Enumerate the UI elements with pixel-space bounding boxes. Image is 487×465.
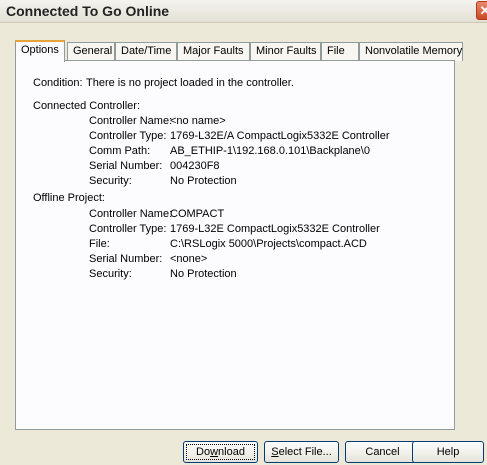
tab-general[interactable]: General [67,42,115,61]
download-button[interactable]: Download [183,441,258,463]
connected-comm-path-label: Comm Path: [89,145,151,157]
select-file-label-mnemonic: S [271,446,279,458]
offline-name-label: Controller Name: [89,208,173,220]
offline-type-label: Controller Type: [89,223,167,235]
close-icon[interactable]: ✕ [476,1,487,20]
help-button[interactable]: Help [412,441,484,463]
tab-file[interactable]: File [321,42,359,61]
connected-type-label: Controller Type: [89,130,167,142]
title-bar: Connected To Go Online ✕ [0,0,487,23]
offline-file-value: C:\RSLogix 5000\Projects\compact.ACD [170,238,367,250]
offline-security-label: Security: [89,268,132,280]
offline-name-value: COMPACT [170,208,225,220]
offline-file-label: File: [89,238,110,250]
connected-name-label: Controller Name: [89,115,173,127]
download-label-pre: Do [196,446,211,458]
download-label-mnemonic: w [210,446,219,458]
tab-strip: Options General Date/Time Major Faults M… [15,40,463,62]
download-label-post: nload [218,446,245,458]
connected-name-value: <no name> [170,115,226,127]
offline-security-value: No Protection [170,268,237,280]
select-file-button[interactable]: Select File... [264,441,339,463]
select-file-label-post: elect File... [278,446,332,458]
offline-project-heading: Offline Project: [33,192,105,204]
go-online-dialog: Connected To Go Online ✕ Options General… [0,0,487,465]
connected-serial-label: Serial Number: [89,160,163,172]
connected-security-label: Security: [89,175,132,187]
cancel-button[interactable]: Cancel [345,441,420,463]
tab-options[interactable]: Options [15,40,65,62]
window-title: Connected To Go Online [6,3,170,19]
condition-label: Condition: [33,77,83,89]
tab-major-faults[interactable]: Major Faults [177,42,250,61]
condition-value: There is no project loaded in the contro… [86,77,294,89]
connected-security-value: No Protection [170,175,237,187]
offline-type-value: 1769-L32E CompactLogix5332E Controller [170,223,380,235]
connected-type-value: 1769-L32E/A CompactLogix5332E Controller [170,130,390,142]
connected-serial-value: 004230F8 [170,160,220,172]
offline-serial-label: Serial Number: [89,253,163,265]
tab-date-time[interactable]: Date/Time [115,42,177,61]
tab-minor-faults[interactable]: Minor Faults [250,42,321,61]
offline-serial-value: <none> [170,253,208,265]
connected-controller-heading: Connected Controller: [33,100,141,112]
connected-comm-path-value: AB_ETHIP-1\192.168.0.101\Backplane\0 [170,145,370,157]
tab-nonvolatile-memory[interactable]: Nonvolatile Memory [359,42,463,61]
